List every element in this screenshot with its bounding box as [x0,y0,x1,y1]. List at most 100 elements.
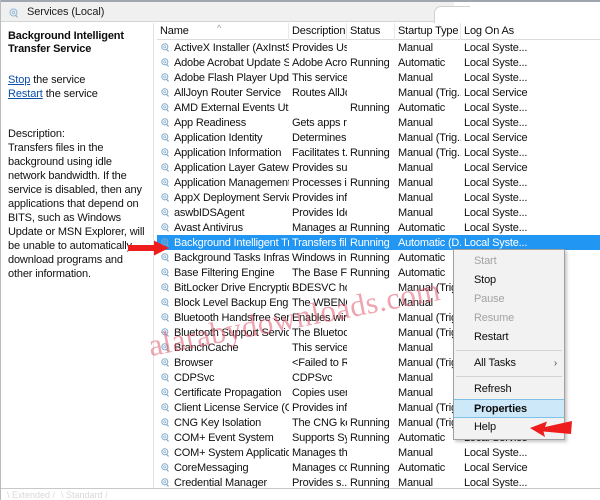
service-name-text: BitLocker Drive Encryption ... [174,281,289,294]
table-row[interactable]: Application Information Facilitates t...R… [157,145,600,160]
service-name-text: Certificate Propagation [174,386,282,399]
table-row[interactable]: Adobe Flash Player Update ...This servic… [157,70,600,85]
table-row[interactable]: Credential Manager Provides s... Running Ma… [157,475,600,488]
cell-log-on-as: Local Syste... [464,191,528,204]
service-gear-icon [160,477,171,488]
cell-name: BitLocker Drive Encryption ... [157,282,289,294]
cell-name: AllJoyn Router Service [157,87,289,99]
service-action-links: Stop the service Restart the service [8,73,147,101]
column-header-name[interactable]: Name ^ [157,23,289,40]
cell-startup-type: Manual (Trig... [398,326,461,339]
cell-name: App Readiness [157,117,289,129]
column-header-description[interactable]: Description [289,23,347,40]
table-row[interactable]: Avast Antivirus Manages an...Running Autom… [157,220,600,235]
service-name-text: App Readiness [174,116,247,129]
cell-description: Manages co... [292,461,347,474]
table-row[interactable]: AppX Deployment Service (...Provides inf… [157,190,600,205]
service-name-text: aswbIDSAgent [174,206,245,219]
context-menu-item-all-tasks[interactable]: All Tasks › [454,354,564,373]
context-menu-item-start: Start [474,255,497,267]
service-gear-icon [160,372,171,383]
cell-startup-type: Automatic [398,221,446,234]
table-row[interactable]: Adobe Acrobat Update Serv...Adobe Acro..… [157,55,600,70]
context-menu-item-pause: Pause [474,293,505,305]
context-menu-item-stop[interactable]: Stop [454,271,564,290]
column-header-status[interactable]: Status [347,23,395,40]
cell-status: Running [350,416,390,429]
table-row[interactable]: AllJoyn Router Service Routes AllJo... Man… [157,85,600,100]
service-gear-icon [160,387,171,398]
cell-log-on-as: Local Syste... [464,236,528,249]
table-row[interactable]: Application Layer Gateway ...Provides su… [157,160,600,175]
service-name-text: Application Identity [174,131,263,144]
cell-name: Application Information [157,147,289,159]
cell-description: Enables wir... [292,311,347,324]
list-column-header: Name ^ Description Status Startup Type L… [157,23,600,40]
cell-name: AppX Deployment Service (... [157,192,289,204]
table-row[interactable]: AMD External Events Utility Running Automa… [157,100,600,115]
table-row[interactable]: CoreMessaging Manages co...Running Automat… [157,460,600,475]
service-name-text: CDPSvc [174,371,215,384]
cell-description: Determines ... [292,131,347,144]
cell-startup-type: Manual [398,71,433,84]
cell-log-on-as: Local Service [464,161,528,174]
service-name-text: CoreMessaging [174,461,249,474]
cell-description: Provides su... [292,161,347,174]
stop-service-action[interactable]: Stop the service [8,73,147,87]
bottom-tab-extended[interactable]: \ Extended / [7,489,55,500]
cell-name: Application Identity [157,132,289,144]
service-name-text: Application Information [174,146,282,159]
cell-status: Running [350,176,390,189]
column-header-startup-type[interactable]: Startup Type [395,23,461,40]
console-tab-services-local[interactable]: Services (Local) [1,2,454,22]
service-gear-icon [160,282,171,293]
service-gear-icon [160,312,171,323]
bottom-tab-standard[interactable]: \ Standard / [61,489,108,500]
cell-log-on-as: Local Syste... [464,101,528,114]
service-gear-icon [160,102,171,113]
column-header-log-on-as[interactable]: Log On As [461,23,600,40]
cell-log-on-as: Local Service [464,461,528,474]
bottom-view-tabs: \ Extended / \ Standard / [1,488,600,500]
table-row[interactable]: COM+ System ApplicationManages th... Manu… [157,445,600,460]
cell-name: Base Filtering Engine [157,267,289,279]
cell-description: Transfers fil... [292,236,347,249]
cell-startup-type: Manual [398,41,433,54]
stop-service-link[interactable]: Stop [8,74,30,86]
cell-name: CDPSvc [157,372,289,384]
service-gear-icon [160,57,171,68]
submenu-chevron-icon: › [553,358,557,369]
cell-startup-type: Manual (Trig... [398,146,461,159]
service-gear-icon [160,207,171,218]
cell-description: This service ... [292,71,347,84]
table-row[interactable]: Application ManagementProcesses in...Run… [157,175,600,190]
service-gear-icon [160,267,171,278]
context-menu-item-properties[interactable]: Properties [454,399,564,418]
table-row[interactable]: App Readiness Gets apps re... Manual Local … [157,115,600,130]
service-gear-icon [160,132,171,143]
cell-name: CoreMessaging [157,462,289,474]
cell-description: <Failed to R... [292,356,347,369]
restart-service-link[interactable]: Restart [8,88,43,100]
service-name-text: AppX Deployment Service (... [174,191,289,204]
table-row[interactable]: aswbIDSAgent Provides Ide... Manual Local S… [157,205,600,220]
table-row[interactable]: Application Identity Determines ... Manual… [157,130,600,145]
cell-status: Running [350,476,390,489]
cell-description: CDPSvc [292,371,333,384]
cell-status: Running [350,251,390,264]
cell-description: The WBENG... [292,296,347,309]
context-menu-item-refresh[interactable]: Refresh [454,380,564,399]
restart-service-action[interactable]: Restart the service [8,87,147,101]
cell-startup-type: Automatic (D... [398,236,461,249]
cell-log-on-as: Local Syste... [464,116,528,129]
cell-startup-type: Manual [398,296,433,309]
cell-description: This service ... [292,341,347,354]
service-name-heading: Background Intelligent Transfer Service [8,30,124,55]
cell-startup-type: Manual (Trig... [398,86,461,99]
description-text: Transfers files in the background using … [8,142,145,280]
table-row[interactable]: Background Intelligent Tran...Transfers … [157,235,600,250]
cell-log-on-as: Local Syste... [464,41,528,54]
service-gear-icon [160,42,171,53]
table-row[interactable]: ActiveX Installer (AxInstSV)Provides Us.… [157,40,600,55]
context-menu-item-restart[interactable]: Restart [454,328,564,347]
